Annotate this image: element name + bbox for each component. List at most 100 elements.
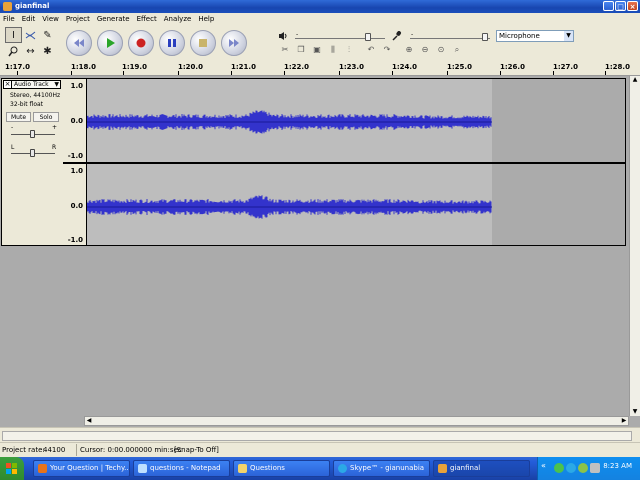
ruler-tick-label: 1:24.0 bbox=[392, 63, 417, 71]
zoom-out-icon[interactable]: ⊖ bbox=[418, 43, 432, 56]
skype-tray-icon[interactable] bbox=[566, 463, 576, 473]
system-tray: « 8:23 AM bbox=[537, 457, 640, 480]
tools-toolbar: I ✎ ↔ ✱ bbox=[5, 27, 56, 59]
menu-effect[interactable]: Effect bbox=[134, 15, 161, 23]
chevron-left-icon[interactable]: « bbox=[541, 461, 546, 470]
ruler-tick-label: 1:26.0 bbox=[500, 63, 525, 71]
taskbar-item[interactable]: questions - Notepad bbox=[133, 460, 230, 477]
start-button[interactable] bbox=[0, 457, 24, 480]
solo-button[interactable]: Solo bbox=[33, 112, 59, 122]
audio-track[interactable]: × Audio Track ▼ Stereo, 44100Hz 32-bit f… bbox=[1, 78, 626, 246]
ruler-tick-label: 1:22.0 bbox=[284, 63, 309, 71]
volume-tray-icon[interactable] bbox=[590, 463, 600, 473]
draw-tool-icon[interactable]: ✎ bbox=[39, 27, 56, 43]
chevron-down-icon: ▼ bbox=[54, 81, 59, 88]
menu-file[interactable]: File bbox=[0, 15, 19, 23]
output-volume-slider[interactable]: - bbox=[295, 31, 385, 42]
copy-icon[interactable]: ❐ bbox=[294, 43, 308, 56]
input-source-value: Microphone bbox=[499, 32, 540, 40]
ruler-tick-label: 1:21.0 bbox=[231, 63, 256, 71]
selection-tool-icon[interactable]: I bbox=[5, 27, 22, 43]
network-icon[interactable] bbox=[578, 463, 588, 473]
track-control-panel: × Audio Track ▼ Stereo, 44100Hz 32-bit f… bbox=[2, 79, 64, 245]
scroll-left-icon[interactable]: ◀ bbox=[85, 417, 93, 425]
scroll-right-icon[interactable]: ▶ bbox=[620, 417, 628, 425]
menu-project[interactable]: Project bbox=[63, 15, 94, 23]
record-button[interactable] bbox=[128, 30, 154, 56]
horizontal-scrollbar[interactable]: ◀ ▶ bbox=[84, 416, 629, 426]
pan-slider[interactable] bbox=[11, 149, 55, 157]
ruler-tick-label: 1:23.0 bbox=[339, 63, 364, 71]
project-rate-label: Project rate: bbox=[2, 446, 45, 454]
menu-generate[interactable]: Generate bbox=[94, 15, 134, 23]
stop-button[interactable] bbox=[190, 30, 216, 56]
scale-label: 0.0 bbox=[70, 117, 83, 125]
utorrent-icon[interactable] bbox=[554, 463, 564, 473]
track-name: Audio Track bbox=[14, 81, 49, 88]
gain-slider[interactable] bbox=[11, 130, 55, 138]
maximize-button[interactable]: □ bbox=[615, 1, 626, 11]
tracks-area[interactable]: × Audio Track ▼ Stereo, 44100Hz 32-bit f… bbox=[0, 76, 640, 412]
channel-divider bbox=[63, 162, 626, 164]
paste-icon[interactable]: ▣ bbox=[310, 43, 324, 56]
taskbar-item[interactable]: Questions bbox=[233, 460, 330, 477]
fit-selection-icon[interactable]: ⊙ bbox=[434, 43, 448, 56]
fit-project-icon[interactable]: ⌕ bbox=[450, 43, 464, 56]
scroll-up-icon[interactable]: ▲ bbox=[630, 76, 640, 84]
mute-button[interactable]: Mute bbox=[6, 112, 31, 122]
snap-status: [Snap-To Off] bbox=[174, 446, 219, 454]
minimize-button[interactable]: _ bbox=[603, 1, 614, 11]
trim-icon[interactable]: ⫼ bbox=[326, 43, 340, 56]
zoom-in-icon[interactable]: ⊕ bbox=[402, 43, 416, 56]
menu-analyze[interactable]: Analyze bbox=[161, 15, 196, 23]
track-close-icon[interactable]: × bbox=[3, 80, 12, 89]
skype-icon bbox=[338, 464, 347, 473]
close-button[interactable]: × bbox=[627, 1, 638, 11]
ruler-tick-label: 1:19.0 bbox=[122, 63, 147, 71]
scroll-down-icon[interactable]: ▼ bbox=[630, 408, 640, 416]
multi-tool-icon[interactable]: ✱ bbox=[39, 43, 56, 59]
project-rate-value[interactable]: 44100 bbox=[43, 446, 65, 454]
cut-icon[interactable]: ✂ bbox=[278, 43, 292, 56]
title-bar[interactable]: gianfinal _ □ × bbox=[0, 0, 640, 13]
audacity-icon bbox=[3, 2, 12, 11]
redo-icon[interactable]: ↷ bbox=[380, 43, 394, 56]
scale-label: 0.0 bbox=[70, 202, 83, 210]
ruler-tick-label: 1:27.0 bbox=[553, 63, 578, 71]
timeshift-tool-icon[interactable]: ↔ bbox=[22, 43, 39, 59]
transport-toolbar bbox=[66, 30, 247, 56]
track-name-menu[interactable]: Audio Track ▼ bbox=[12, 80, 61, 89]
play-button[interactable] bbox=[97, 30, 123, 56]
microphone-icon bbox=[392, 31, 401, 41]
pause-button[interactable] bbox=[159, 30, 185, 56]
silence-icon[interactable]: ⫶ bbox=[342, 43, 356, 56]
input-volume-slider[interactable]: - bbox=[410, 31, 490, 42]
taskbar-item-active[interactable]: gianfinal bbox=[433, 460, 530, 477]
envelope-tool-icon[interactable] bbox=[22, 27, 39, 43]
input-source-select[interactable]: Microphone ▼ bbox=[496, 30, 574, 42]
skip-to-end-button[interactable] bbox=[221, 30, 247, 56]
skip-to-start-button[interactable] bbox=[66, 30, 92, 56]
ruler-tick-label: 1:17.0 bbox=[5, 63, 30, 71]
selection-toolbar bbox=[0, 427, 640, 443]
clock: 8:23 AM bbox=[603, 462, 632, 470]
scale-label: -1.0 bbox=[67, 236, 83, 244]
vertical-scrollbar[interactable]: ▲ ▼ bbox=[629, 76, 640, 416]
timeline-ruler[interactable]: 1:17.0 1:18.0 1:19.0 1:20.0 1:21.0 1:22.… bbox=[0, 62, 640, 76]
menu-bar: File Edit View Project Generate Effect A… bbox=[0, 13, 640, 25]
track-format: Stereo, 44100Hz bbox=[10, 92, 61, 99]
menu-edit[interactable]: Edit bbox=[19, 15, 40, 23]
zoom-tool-icon[interactable] bbox=[5, 43, 22, 59]
menu-view[interactable]: View bbox=[39, 15, 63, 23]
taskbar-item[interactable]: Your Question | Techy... bbox=[33, 460, 130, 477]
toolbar-area: I ✎ ↔ ✱ - - Microphone ▼ ✂ ❐ ▣ ⫼ ⫶ ↶ ↷ ⊕… bbox=[0, 25, 640, 63]
status-bar: Project rate: 44100 Cursor: 0:00.000000 … bbox=[0, 442, 640, 457]
track-bitdepth: 32-bit float bbox=[10, 101, 44, 108]
menu-help[interactable]: Help bbox=[195, 15, 218, 23]
ruler-tick-label: 1:28.0 bbox=[605, 63, 630, 71]
taskbar-item[interactable]: Skype™ - gianunabia bbox=[333, 460, 430, 477]
selection-field[interactable] bbox=[2, 431, 632, 441]
undo-icon[interactable]: ↶ bbox=[364, 43, 378, 56]
speaker-icon bbox=[279, 32, 287, 40]
edit-toolbar: ✂ ❐ ▣ ⫼ ⫶ ↶ ↷ ⊕ ⊖ ⊙ ⌕ bbox=[278, 43, 464, 56]
